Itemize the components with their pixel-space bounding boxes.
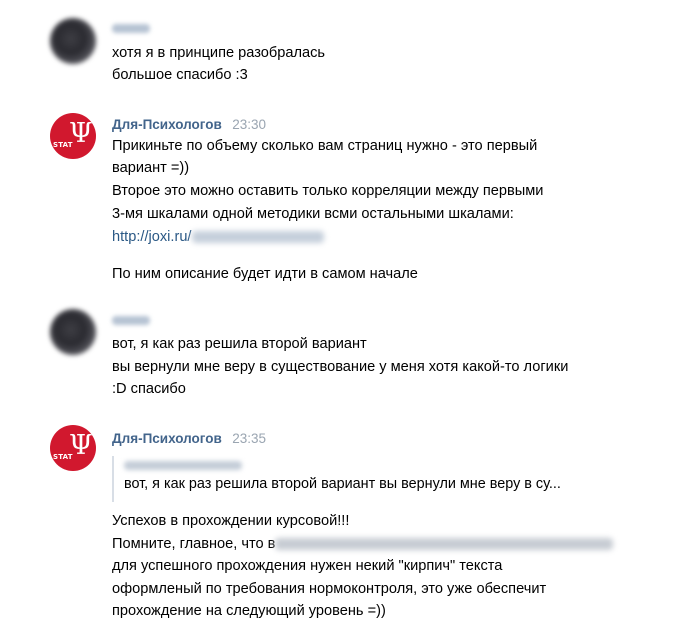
logo-text: STAT	[53, 453, 73, 461]
message-text-line: для успешного прохождения нужен некий "к…	[112, 558, 503, 574]
quoted-text: вот, я как раз решила второй вариант вы …	[124, 476, 561, 492]
group-avatar[interactable]: Ψ STAT	[50, 425, 96, 471]
chat-history: хотя я в принципе разобралась большое сп…	[0, 0, 682, 644]
message-text-line: Успехов в прохождении курсовой!!!	[112, 513, 350, 529]
quoted-author-blurred	[124, 461, 242, 470]
message-group-2: Ψ STAT Для-Психологов 23:35 вот, я как р…	[0, 0, 682, 644]
message-text-line: прохождение на следующий уровень =))	[112, 603, 386, 619]
message-text-line: оформленый по требования нормоконтроля, …	[112, 581, 547, 597]
message-text-fragment: Помните, главное, что в	[112, 536, 276, 552]
blurred-text	[275, 538, 614, 551]
message-header: Для-Психологов 23:35	[112, 430, 266, 448]
quoted-message[interactable]: вот, я как раз решила второй вариант вы …	[112, 456, 634, 502]
author-name[interactable]: Для-Психологов	[112, 431, 222, 446]
message-time[interactable]: 23:35	[232, 431, 266, 446]
message-text-line: Помните, главное, что в	[112, 533, 614, 555]
